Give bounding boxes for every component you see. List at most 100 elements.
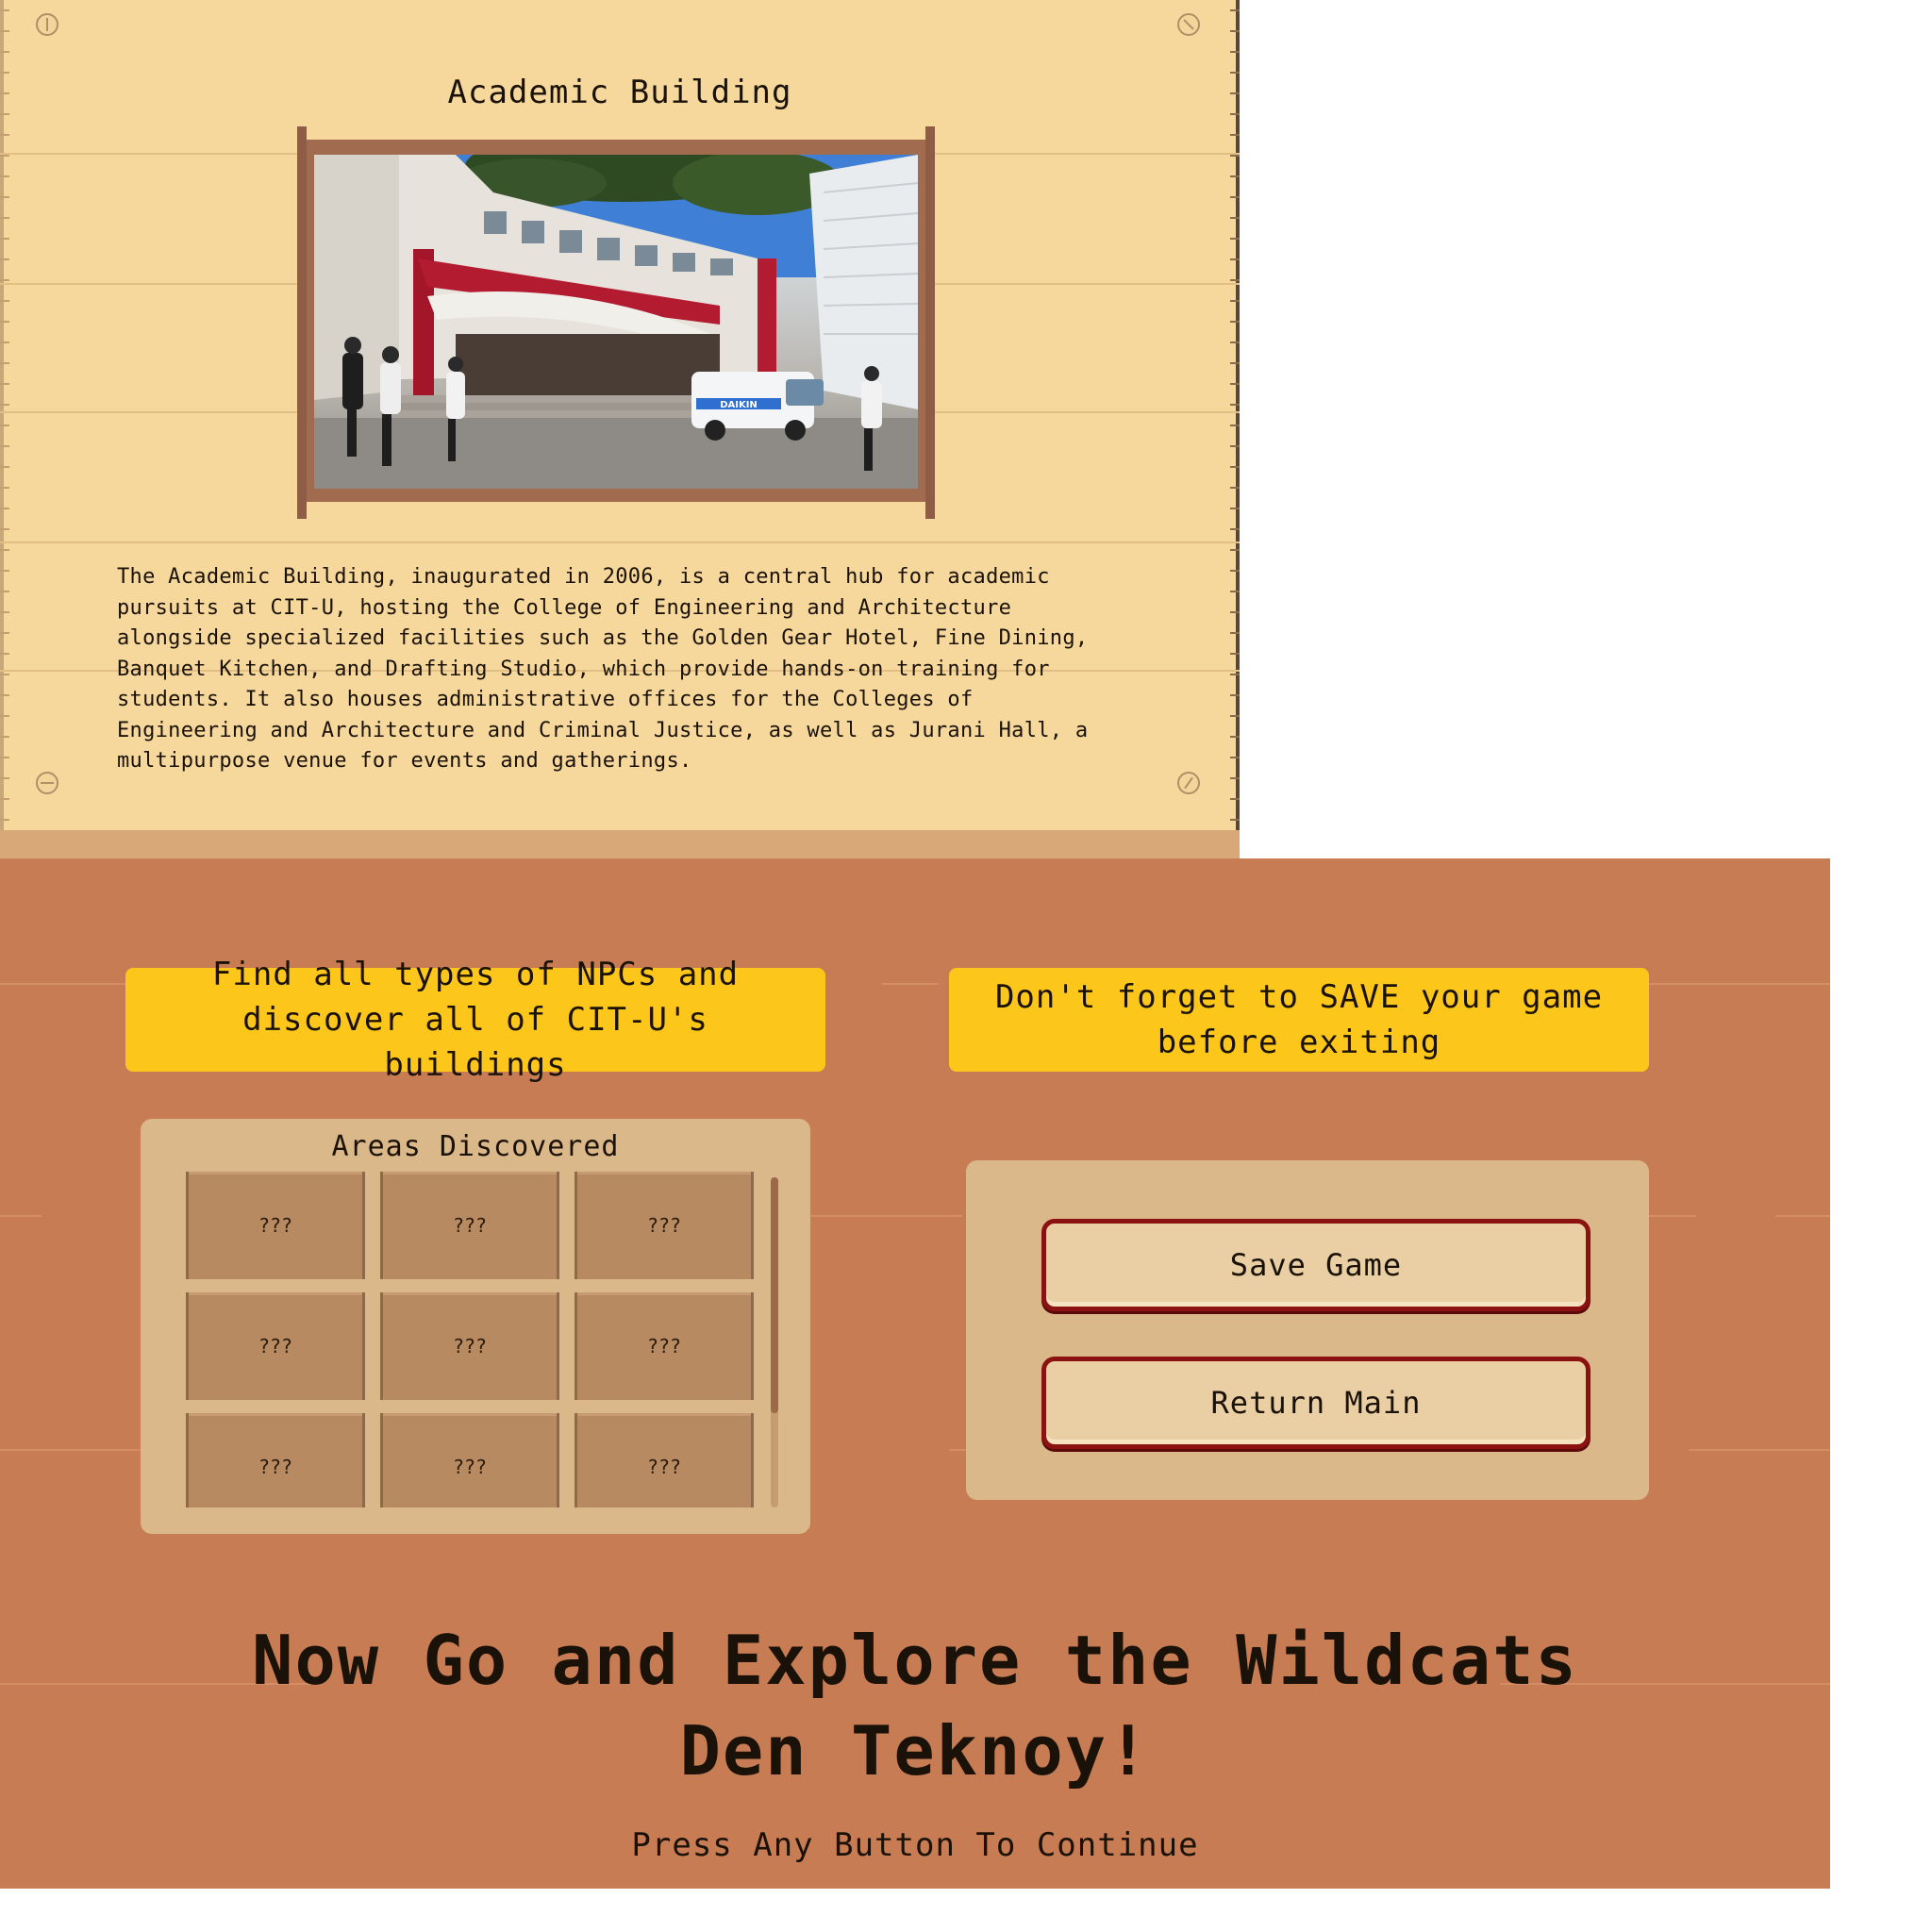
- edge-tick: [1230, 300, 1240, 302]
- edge-tick: [1230, 196, 1240, 198]
- building-description: The Academic Building, inaugurated in 20…: [117, 565, 1089, 773]
- edge-tick: [0, 549, 9, 551]
- edge-tick: [1230, 611, 1240, 613]
- edge-tick: [1230, 591, 1240, 592]
- edge-tick: [0, 321, 9, 323]
- edge-tick: [0, 757, 9, 758]
- areas-scroll-thumb[interactable]: [771, 1177, 778, 1413]
- edge-tick: [1230, 674, 1240, 675]
- edge-tick: [0, 175, 9, 177]
- plank-seam: [0, 1215, 42, 1217]
- area-slot[interactable]: ???: [575, 1292, 754, 1400]
- edge-tick: [1230, 341, 1240, 343]
- edge-tick: [0, 383, 9, 385]
- edge-tick: [0, 134, 9, 136]
- edge-tick: [0, 9, 9, 11]
- edge-tick: [0, 632, 9, 634]
- edge-tick: [1230, 383, 1240, 385]
- plank-seam: [949, 1449, 966, 1451]
- edge-tick: [1230, 570, 1240, 572]
- edge-tick: [1230, 819, 1240, 821]
- edge-tick: [0, 653, 9, 655]
- edge-tick: [0, 341, 9, 343]
- building-info-panel: Academic Building DAIKIN The Academic Bu…: [0, 0, 1240, 858]
- edge-tick: [0, 487, 9, 489]
- plank-seam: [0, 1449, 141, 1451]
- edge-tick: [0, 425, 9, 426]
- edge-tick: [1230, 279, 1240, 281]
- photo-frame: DAIKIN: [297, 126, 935, 519]
- area-slot[interactable]: ???: [575, 1172, 754, 1279]
- edge-tick: [1230, 653, 1240, 655]
- edge-tick: [0, 196, 9, 198]
- edge-tick: [0, 51, 9, 53]
- edge-tick: [1230, 757, 1240, 758]
- edge-tick: [0, 694, 9, 696]
- edge-tick: [1230, 404, 1240, 406]
- edge-tick: [1230, 777, 1240, 779]
- area-slot[interactable]: ???: [380, 1172, 559, 1279]
- edge-tick: [1230, 9, 1240, 11]
- outro-line-2: Den Teknoy!: [679, 1711, 1151, 1790]
- screw-icon: [1177, 772, 1200, 794]
- edge-tick: [0, 777, 9, 779]
- press-to-continue[interactable]: Press Any Button To Continue: [0, 1826, 1830, 1864]
- edge-tick: [0, 611, 9, 613]
- frame-post: [297, 126, 307, 519]
- edge-tick: [0, 404, 9, 406]
- screw-icon: [36, 13, 58, 36]
- area-slot[interactable]: ???: [380, 1292, 559, 1400]
- areas-discovered-title: Areas Discovered: [331, 1130, 620, 1163]
- screw-icon: [1177, 13, 1200, 36]
- edge-tick: [1230, 113, 1240, 115]
- edge-tick: [1230, 51, 1240, 53]
- edge-tick: [0, 715, 9, 717]
- edge-tick: [1230, 715, 1240, 717]
- plank-seam: [811, 1215, 962, 1217]
- edge-tick: [0, 736, 9, 738]
- edge-tick: [1230, 487, 1240, 489]
- save-game-button[interactable]: Save Game: [1041, 1219, 1591, 1311]
- area-slot[interactable]: ???: [186, 1292, 365, 1400]
- panel-bottom-strip: [0, 830, 1240, 858]
- areas-grid[interactable]: ??? ??? ??? ??? ??? ??? ??? ??? ???: [186, 1172, 759, 1507]
- plank-seam: [0, 983, 132, 985]
- edge-tick: [1230, 30, 1240, 32]
- edge-tick: [1230, 466, 1240, 468]
- edge-tick: [0, 217, 9, 219]
- edge-tick: [0, 238, 9, 240]
- edge-tick: [0, 30, 9, 32]
- area-slot[interactable]: ???: [186, 1172, 365, 1279]
- menu-panel: Save Game Return Main: [966, 1160, 1649, 1500]
- edge-tick: [1230, 632, 1240, 634]
- areas-scrollbar[interactable]: [771, 1177, 778, 1507]
- area-slot[interactable]: ???: [186, 1413, 365, 1507]
- edge-tick: [1230, 175, 1240, 177]
- edge-tick: [0, 570, 9, 572]
- edge-tick: [1230, 425, 1240, 426]
- edge-tick: [0, 258, 9, 260]
- areas-discovered-panel: Areas Discovered ??? ??? ??? ??? ??? ???…: [141, 1119, 810, 1534]
- edge-tick: [0, 279, 9, 281]
- panel-edge-left: [0, 0, 13, 858]
- edge-tick: [1230, 258, 1240, 260]
- svg-text:DAIKIN: DAIKIN: [720, 400, 758, 410]
- hint-discover: Find all types of NPCs and discover all …: [125, 956, 825, 1084]
- screw-icon: [36, 772, 58, 794]
- area-slot[interactable]: ???: [575, 1413, 754, 1507]
- edge-tick: [0, 591, 9, 592]
- hint-save-reminder: Don't forget to SAVE your game before ex…: [949, 968, 1649, 1072]
- panel-edge-right: [1226, 0, 1240, 858]
- edge-tick: [1230, 321, 1240, 323]
- edge-tick: [1230, 528, 1240, 530]
- return-main-button[interactable]: Return Main: [1041, 1357, 1591, 1449]
- plank-seam: [1775, 1215, 1830, 1217]
- plank-line: [0, 541, 1240, 543]
- edge-tick: [0, 508, 9, 509]
- edge-tick: [1230, 549, 1240, 551]
- game-panel: Find all types of NPCs and discover all …: [0, 858, 1830, 1889]
- frame-post: [925, 126, 935, 519]
- edge-tick: [1230, 217, 1240, 219]
- building-title: Academic Building: [447, 74, 792, 111]
- area-slot[interactable]: ???: [380, 1413, 559, 1507]
